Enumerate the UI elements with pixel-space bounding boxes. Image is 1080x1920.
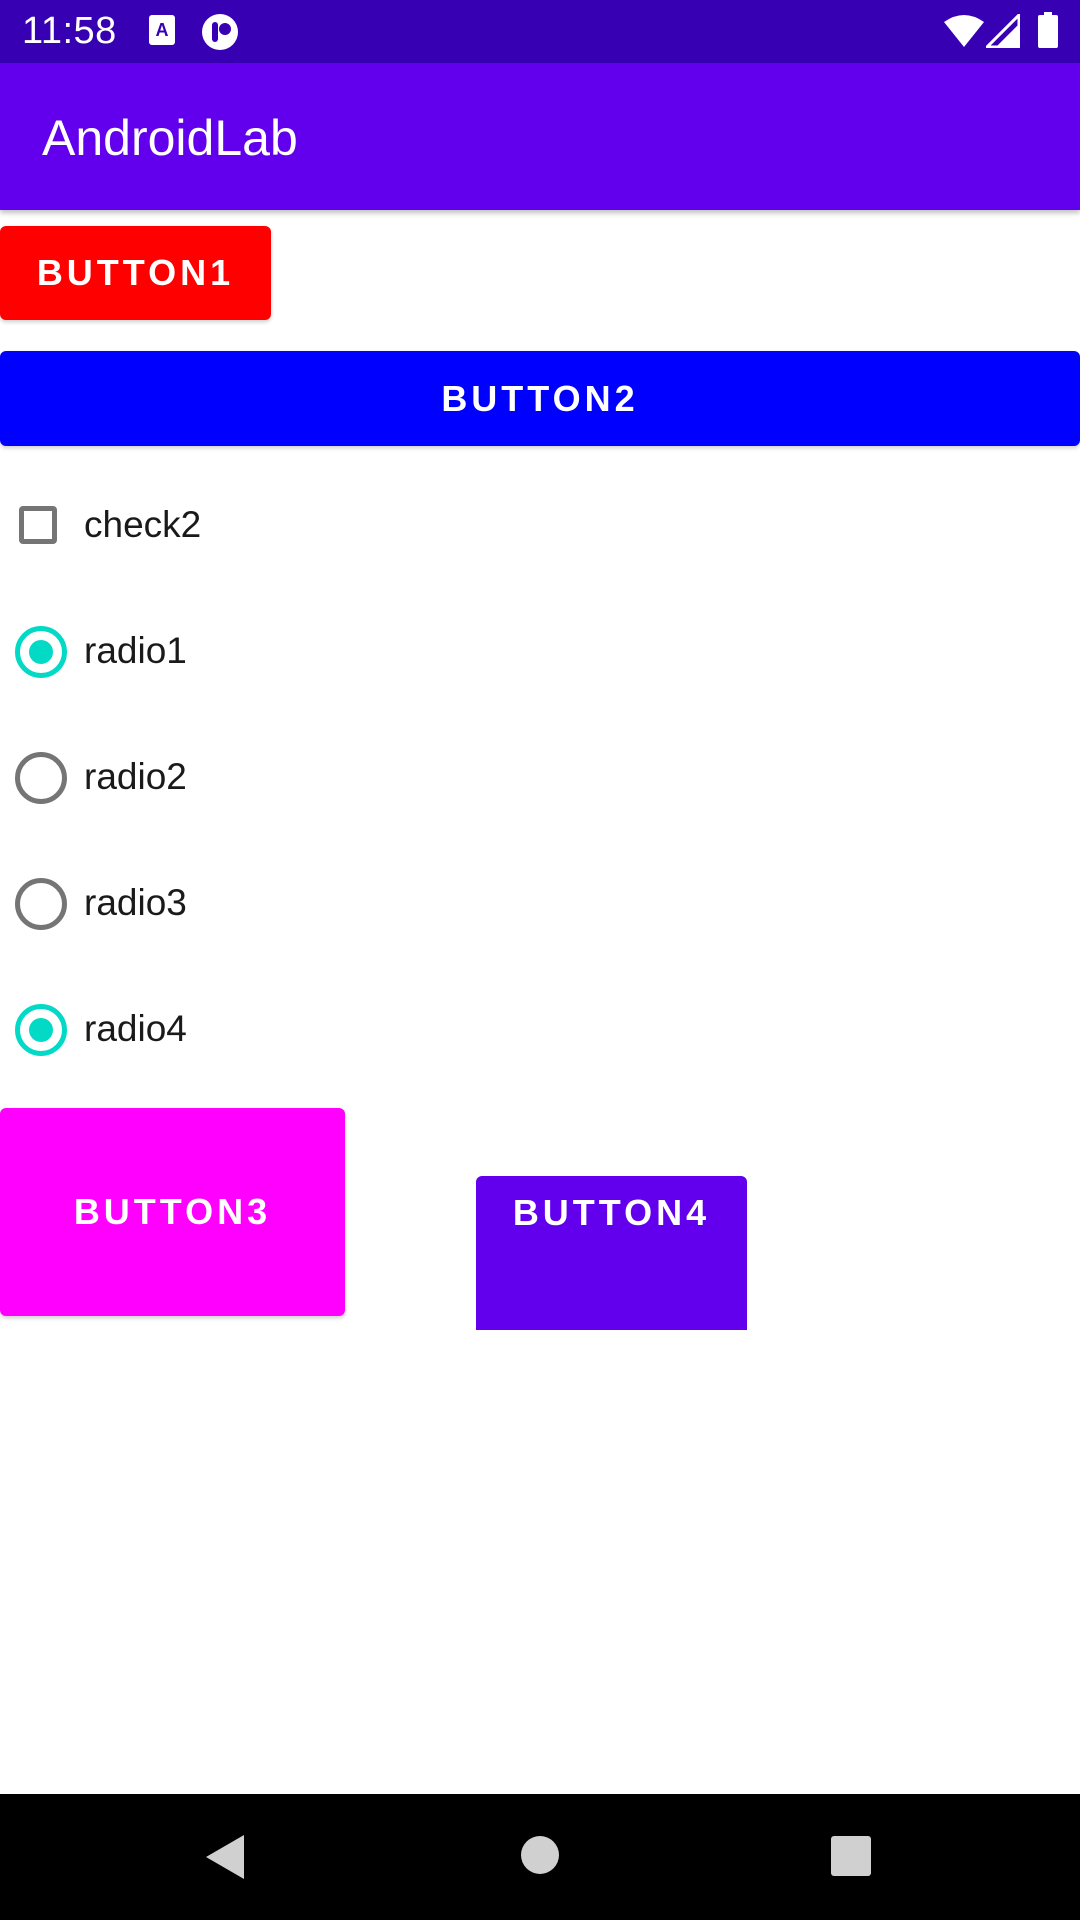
radio-dot bbox=[29, 640, 53, 664]
app-a-icon: A bbox=[148, 14, 176, 51]
signal-icon bbox=[983, 11, 1021, 53]
button2[interactable]: BUTTON2 bbox=[0, 351, 1080, 446]
app-title: AndroidLab bbox=[42, 110, 298, 166]
svg-text:A: A bbox=[156, 20, 169, 40]
recents-icon[interactable] bbox=[831, 1836, 871, 1881]
radio4[interactable]: radio4 bbox=[0, 989, 600, 1069]
status-bar: 11:58 A bbox=[0, 0, 1080, 63]
dnd-icon bbox=[200, 12, 240, 57]
radio-button-checked[interactable] bbox=[15, 1004, 67, 1056]
radio-button-checked[interactable] bbox=[15, 626, 67, 678]
app-bar: AndroidLab bbox=[0, 63, 1080, 210]
status-time: 11:58 bbox=[22, 10, 117, 52]
radio3[interactable]: radio3 bbox=[0, 863, 600, 943]
back-icon[interactable] bbox=[204, 1834, 246, 1885]
checkbox-box[interactable] bbox=[19, 506, 57, 544]
radio-button[interactable] bbox=[15, 878, 67, 930]
radio-label: radio1 bbox=[84, 630, 187, 671]
radio-label: radio3 bbox=[84, 882, 187, 923]
button1[interactable]: BUTTON1 bbox=[0, 226, 271, 320]
radio-button[interactable] bbox=[15, 752, 67, 804]
radio1[interactable]: radio1 bbox=[0, 611, 600, 691]
radio-label: radio4 bbox=[84, 1008, 187, 1049]
button3[interactable]: BUTTON3 bbox=[0, 1108, 345, 1316]
radio-dot bbox=[29, 1018, 53, 1042]
check2-checkbox[interactable]: check2 bbox=[0, 485, 600, 565]
navigation-bar bbox=[0, 1794, 1080, 1920]
home-icon[interactable] bbox=[521, 1836, 559, 1879]
battery-icon bbox=[1038, 12, 1058, 53]
radio2[interactable]: radio2 bbox=[0, 737, 600, 817]
checkbox-label: check2 bbox=[84, 504, 202, 545]
wifi-icon bbox=[944, 14, 984, 53]
button4[interactable]: BUTTON4 bbox=[476, 1176, 747, 1330]
radio-label: radio2 bbox=[84, 756, 187, 797]
